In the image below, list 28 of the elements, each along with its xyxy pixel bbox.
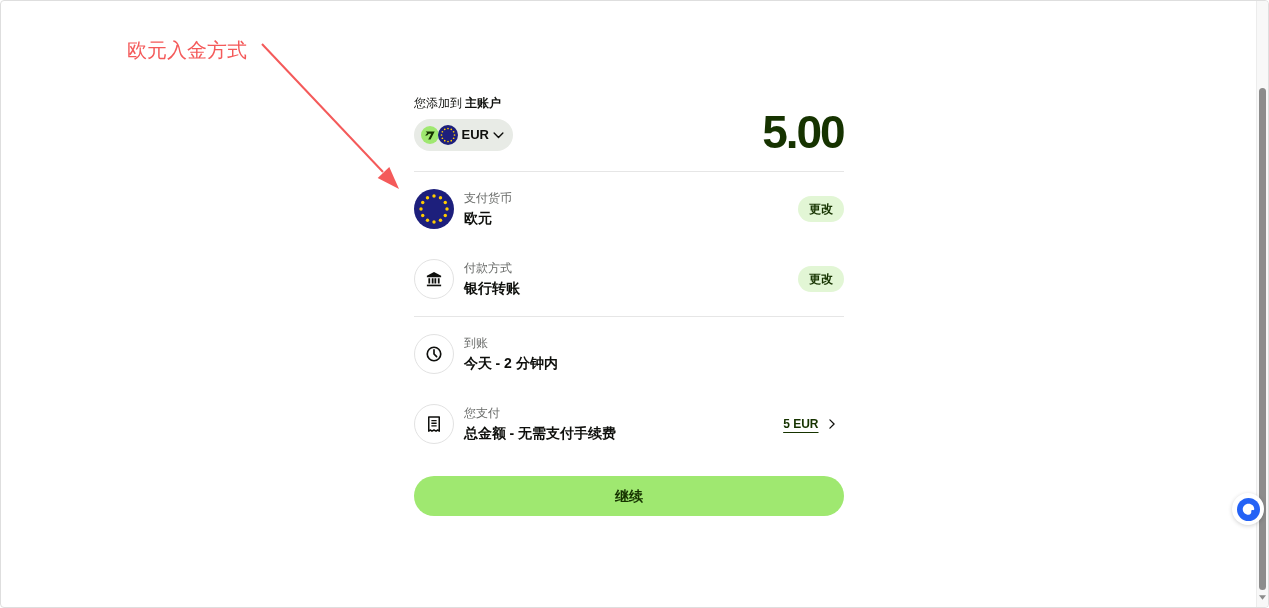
header-text: 您添加到 主账户 xyxy=(413,95,502,111)
change-button[interactable]: 更改 xyxy=(797,266,844,292)
flag-icon xyxy=(413,189,454,229)
amount-link[interactable]: 5 EUR xyxy=(783,416,819,432)
scrollbar-thumb[interactable] xyxy=(1259,88,1266,590)
currency-selector[interactable]: EUR xyxy=(413,119,513,151)
field-value: 银行转账 xyxy=(463,279,521,298)
bank-icon xyxy=(413,259,454,299)
continue-button[interactable]: 继续 xyxy=(413,476,844,516)
field-value: 总金额 - 无需支付手续费 xyxy=(463,424,617,443)
field-value: 今天 - 2 分钟内 xyxy=(463,354,559,373)
field-label: 付款方式 xyxy=(463,260,513,276)
field-label: 您支付 xyxy=(463,405,501,421)
chat-button[interactable] xyxy=(1232,493,1264,525)
scroll-down-arrow-icon[interactable] xyxy=(1259,595,1266,600)
clock-icon xyxy=(413,334,454,374)
annotation-label: 欧元入金方式 xyxy=(127,38,247,63)
field-label: 到账 xyxy=(463,335,489,351)
chat-icon xyxy=(1236,497,1260,521)
chevron-right-icon xyxy=(828,419,835,429)
amount-text: 5.00 xyxy=(762,109,844,155)
flag-icon xyxy=(437,125,458,145)
chevron-down-icon xyxy=(492,131,504,139)
field-label: 支付货币 xyxy=(463,190,513,206)
receipt-icon xyxy=(413,404,454,444)
logo-icon xyxy=(420,126,439,144)
change-button[interactable]: 更改 xyxy=(797,196,844,222)
field-value: 欧元 xyxy=(463,209,493,228)
